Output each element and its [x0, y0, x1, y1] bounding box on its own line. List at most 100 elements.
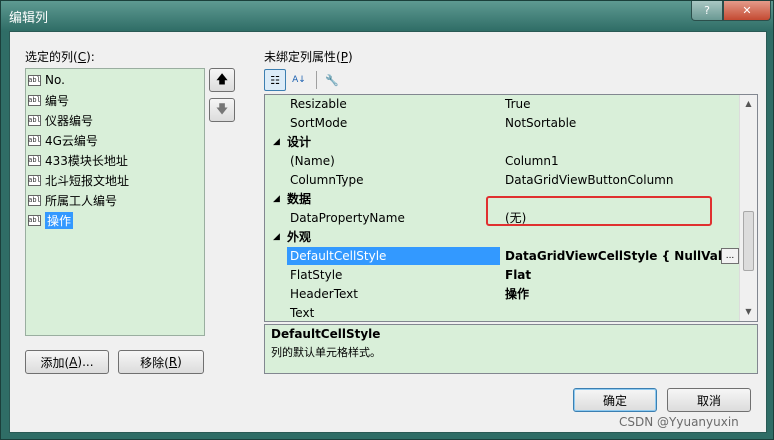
selected-columns-list[interactable]: abl No. abl 编号 abl 仪器编号 abl 4G云编号 abl 433模块长地址 abl…	[25, 68, 205, 336]
property-value[interactable]: True	[501, 95, 739, 114]
property-grid-scrollbar[interactable]: ▲ ▼	[739, 95, 757, 321]
textbox-column-icon: abl	[28, 74, 41, 86]
property-name[interactable]: ColumnType	[287, 171, 501, 190]
add-mnemonic: A	[69, 355, 78, 369]
property-row[interactable]: (Name) Column1	[265, 152, 739, 171]
property-row[interactable]: FlatStyle Flat	[265, 266, 739, 285]
column-list-item[interactable]: abl 4G云编号	[28, 131, 202, 149]
textbox-column-icon: abl	[28, 174, 41, 186]
property-row[interactable]: SortMode NotSortable	[265, 114, 739, 133]
property-pages-button[interactable]: 🔧	[321, 69, 343, 91]
scroll-up-arrow-icon[interactable]: ▲	[740, 95, 757, 111]
category-label: 外观	[287, 230, 312, 244]
help-icon: ?	[704, 4, 710, 17]
property-name[interactable]: DataPropertyName	[287, 209, 501, 228]
column-list-item[interactable]: abl 操作	[28, 211, 202, 229]
column-name: 北斗短报文地址	[45, 173, 130, 188]
property-value[interactable]: Flat	[501, 266, 739, 285]
column-name: No.	[45, 73, 65, 87]
remove-label: 移除(	[140, 355, 169, 370]
wrench-icon: 🔧	[325, 73, 339, 87]
property-row[interactable]: HeaderText 操作	[265, 285, 739, 304]
textbox-column-icon: abl	[28, 114, 41, 126]
ellipsis-button[interactable]: ...	[721, 248, 739, 264]
selected-columns-mnemonic: C	[77, 50, 87, 64]
column-list-item[interactable]: abl 北斗短报文地址	[28, 171, 202, 189]
property-name[interactable]: DefaultCellStyle	[287, 247, 501, 266]
property-grid-toolbar: ☷ A↓ 🔧	[264, 68, 345, 92]
title-bar[interactable]: 编辑列 ? ✕	[1, 1, 773, 31]
selected-columns-label-suffix: ):	[86, 50, 95, 64]
textbox-column-icon: abl	[28, 134, 41, 146]
property-row[interactable]: DefaultCellStyle DataGridViewCellStyle { …	[265, 247, 739, 266]
column-list-item[interactable]: abl 编号	[28, 91, 202, 109]
column-name: 仪器编号	[45, 113, 94, 128]
description-title: DefaultCellStyle	[271, 327, 381, 341]
column-list-item[interactable]: abl 仪器编号	[28, 111, 202, 129]
property-name[interactable]: HeaderText	[287, 285, 501, 304]
remove-mnemonic: R	[168, 355, 178, 369]
selected-columns-label: 选定的列(C):	[25, 48, 95, 65]
property-name[interactable]: (Name)	[287, 152, 501, 171]
category-label: 数据	[287, 192, 312, 206]
textbox-column-icon: abl	[28, 94, 41, 106]
toolbar-separator	[316, 71, 317, 89]
move-up-button[interactable]: 🡅	[209, 68, 235, 92]
property-name[interactable]: SortMode	[287, 114, 501, 133]
row-gutter	[265, 95, 287, 114]
remove-label-suffix: )	[177, 355, 182, 369]
scroll-down-arrow-icon[interactable]: ▼	[740, 303, 757, 319]
column-list-item[interactable]: abl No.	[28, 71, 202, 89]
collapse-icon[interactable]: ◢	[273, 190, 280, 209]
categorized-view-button[interactable]: ☷	[264, 69, 286, 91]
categorized-icon: ☷	[270, 73, 280, 87]
property-name[interactable]: FlatStyle	[287, 266, 501, 285]
remove-column-button[interactable]: 移除(R)	[118, 350, 204, 374]
watermark: CSDN @Yyuanyuxin	[619, 415, 739, 429]
property-value[interactable]: Column1	[501, 152, 739, 171]
close-button[interactable]: ✕	[723, 1, 771, 21]
column-list-item[interactable]: abl 所属工人编号	[28, 191, 202, 209]
scroll-thumb[interactable]	[743, 211, 754, 271]
close-icon: ✕	[742, 4, 752, 17]
row-gutter	[265, 171, 287, 190]
property-name[interactable]: Resizable	[287, 95, 501, 114]
property-value[interactable]: 操作	[501, 285, 739, 304]
column-list-item[interactable]: abl 433模块长地址	[28, 151, 202, 169]
textbox-column-icon: abl	[28, 154, 41, 166]
selected-columns-label-text: 选定的列(	[25, 50, 78, 64]
column-name: 所属工人编号	[45, 193, 118, 208]
alphabetical-view-button[interactable]: A↓	[288, 69, 310, 91]
add-column-button[interactable]: 添加(A)...	[25, 350, 109, 374]
property-category[interactable]: ◢ 外观	[265, 228, 739, 247]
ok-button[interactable]: 确定	[573, 388, 657, 412]
property-value[interactable]: DataGridViewButtonColumn	[501, 171, 739, 190]
collapse-icon[interactable]: ◢	[273, 228, 280, 247]
description-text: 列的默认单元格样式。	[271, 346, 381, 359]
property-row[interactable]: Text	[265, 304, 739, 321]
dialog-body: 选定的列(C): abl No. abl 编号 abl 仪器编号 abl 4G云编号 abl 43…	[9, 31, 767, 433]
property-name[interactable]: Text	[287, 304, 501, 321]
properties-mnemonic: P	[340, 50, 348, 64]
textbox-column-icon: abl	[28, 214, 41, 226]
help-button[interactable]: ?	[691, 1, 723, 21]
row-gutter	[265, 152, 287, 171]
move-down-button[interactable]: 🡇	[209, 98, 235, 122]
property-value[interactable]: DataGridViewCellStyle { NullValue=	[501, 247, 739, 266]
row-gutter	[265, 285, 287, 304]
cancel-button[interactable]: 取消	[667, 388, 751, 412]
properties-label-text: 未绑定列属性(	[264, 50, 341, 64]
property-description-panel: DefaultCellStyle 列的默认单元格样式。	[264, 324, 758, 374]
collapse-icon[interactable]: ◢	[273, 133, 280, 152]
arrow-up-icon: 🡅	[215, 71, 229, 86]
property-row[interactable]: ColumnType DataGridViewButtonColumn	[265, 171, 739, 190]
arrow-down-icon: 🡇	[215, 101, 229, 116]
property-row[interactable]: Resizable True	[265, 95, 739, 114]
edit-columns-dialog: 编辑列 ? ✕ 选定的列(C): abl No. abl 编号 abl 仪器编号 abl 4G…	[0, 0, 774, 440]
properties-label-suffix: )	[347, 50, 353, 64]
cancel-label: 取消	[696, 393, 721, 408]
window-title: 编辑列	[9, 11, 49, 26]
property-value[interactable]	[501, 304, 739, 321]
property-category[interactable]: ◢ 设计	[265, 133, 739, 152]
property-value[interactable]: NotSortable	[501, 114, 739, 133]
